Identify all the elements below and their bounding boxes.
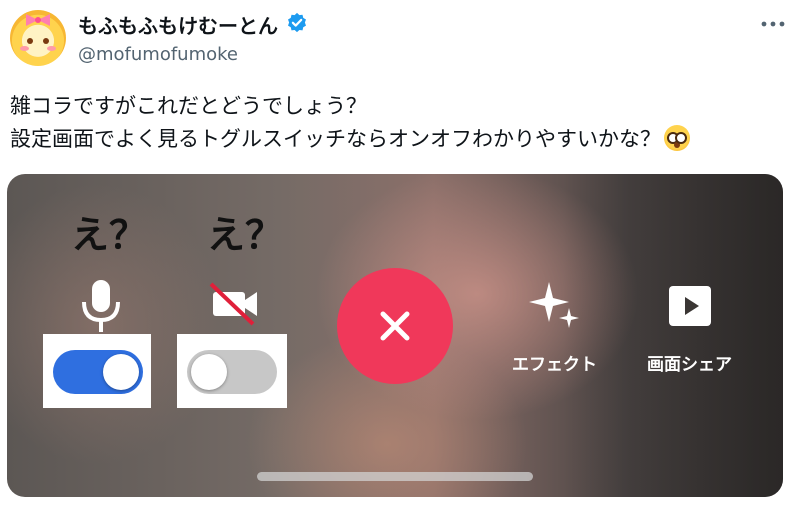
screen-share-icon[interactable]: [667, 284, 713, 328]
mic-toggle-frame: [43, 334, 151, 408]
camera-toggle[interactable]: [187, 350, 277, 394]
tweet-header: もふもふもけむーとん @mofumofumoke: [0, 0, 800, 80]
avatar[interactable]: [10, 10, 66, 66]
avatar-blush-left: [20, 46, 29, 51]
display-name[interactable]: もふもふもけむーとん: [78, 10, 278, 39]
avatar-eye-left: [27, 38, 33, 44]
tweet-body: 雑コラですがこれだとどうでしょう？ 設定画面でよく見るトグルスイッチならオンオフ…: [10, 90, 790, 156]
mic-toggle-knob: [103, 354, 139, 390]
home-indicator[interactable]: [257, 472, 533, 481]
bow-icon: [26, 14, 50, 26]
mic-toggle[interactable]: [53, 350, 143, 394]
tweet-text-line-1: 雑コラですがこれだとどうでしょう？: [10, 94, 367, 118]
camera-off-icon: [209, 282, 257, 326]
microphone-icon: [82, 280, 120, 332]
annotation-right: え？: [207, 212, 284, 257]
avatar-blush-right: [47, 46, 56, 51]
camera-toggle-knob: [191, 354, 227, 390]
user-handle[interactable]: @mofumofumoke: [78, 44, 238, 65]
end-call-button[interactable]: [337, 268, 453, 384]
avatar-eye-right: [43, 38, 49, 44]
tweet-text-line-2-content: 設定画面でよく見るトグルスイッチならオンオフわかりやすいかな？: [10, 127, 661, 151]
tweet-image[interactable]: え？ え？ エフェクト 画面シェア: [7, 174, 783, 497]
close-icon: [380, 311, 410, 341]
more-options-icon[interactable]: [758, 14, 788, 34]
verified-badge-icon: [288, 12, 306, 33]
image-shadow: [563, 174, 783, 497]
effects-label[interactable]: エフェクト: [512, 350, 597, 375]
tweet-text-line-2: 設定画面でよく見るトグルスイッチならオンオフわかりやすいかな？: [10, 123, 790, 156]
camera-toggle-frame: [177, 334, 287, 408]
flushed-face-emoji-icon: [664, 125, 690, 151]
annotation-left: え？: [71, 212, 148, 257]
screen-share-label[interactable]: 画面シェア: [647, 350, 732, 375]
sparkles-icon[interactable]: [525, 278, 585, 334]
